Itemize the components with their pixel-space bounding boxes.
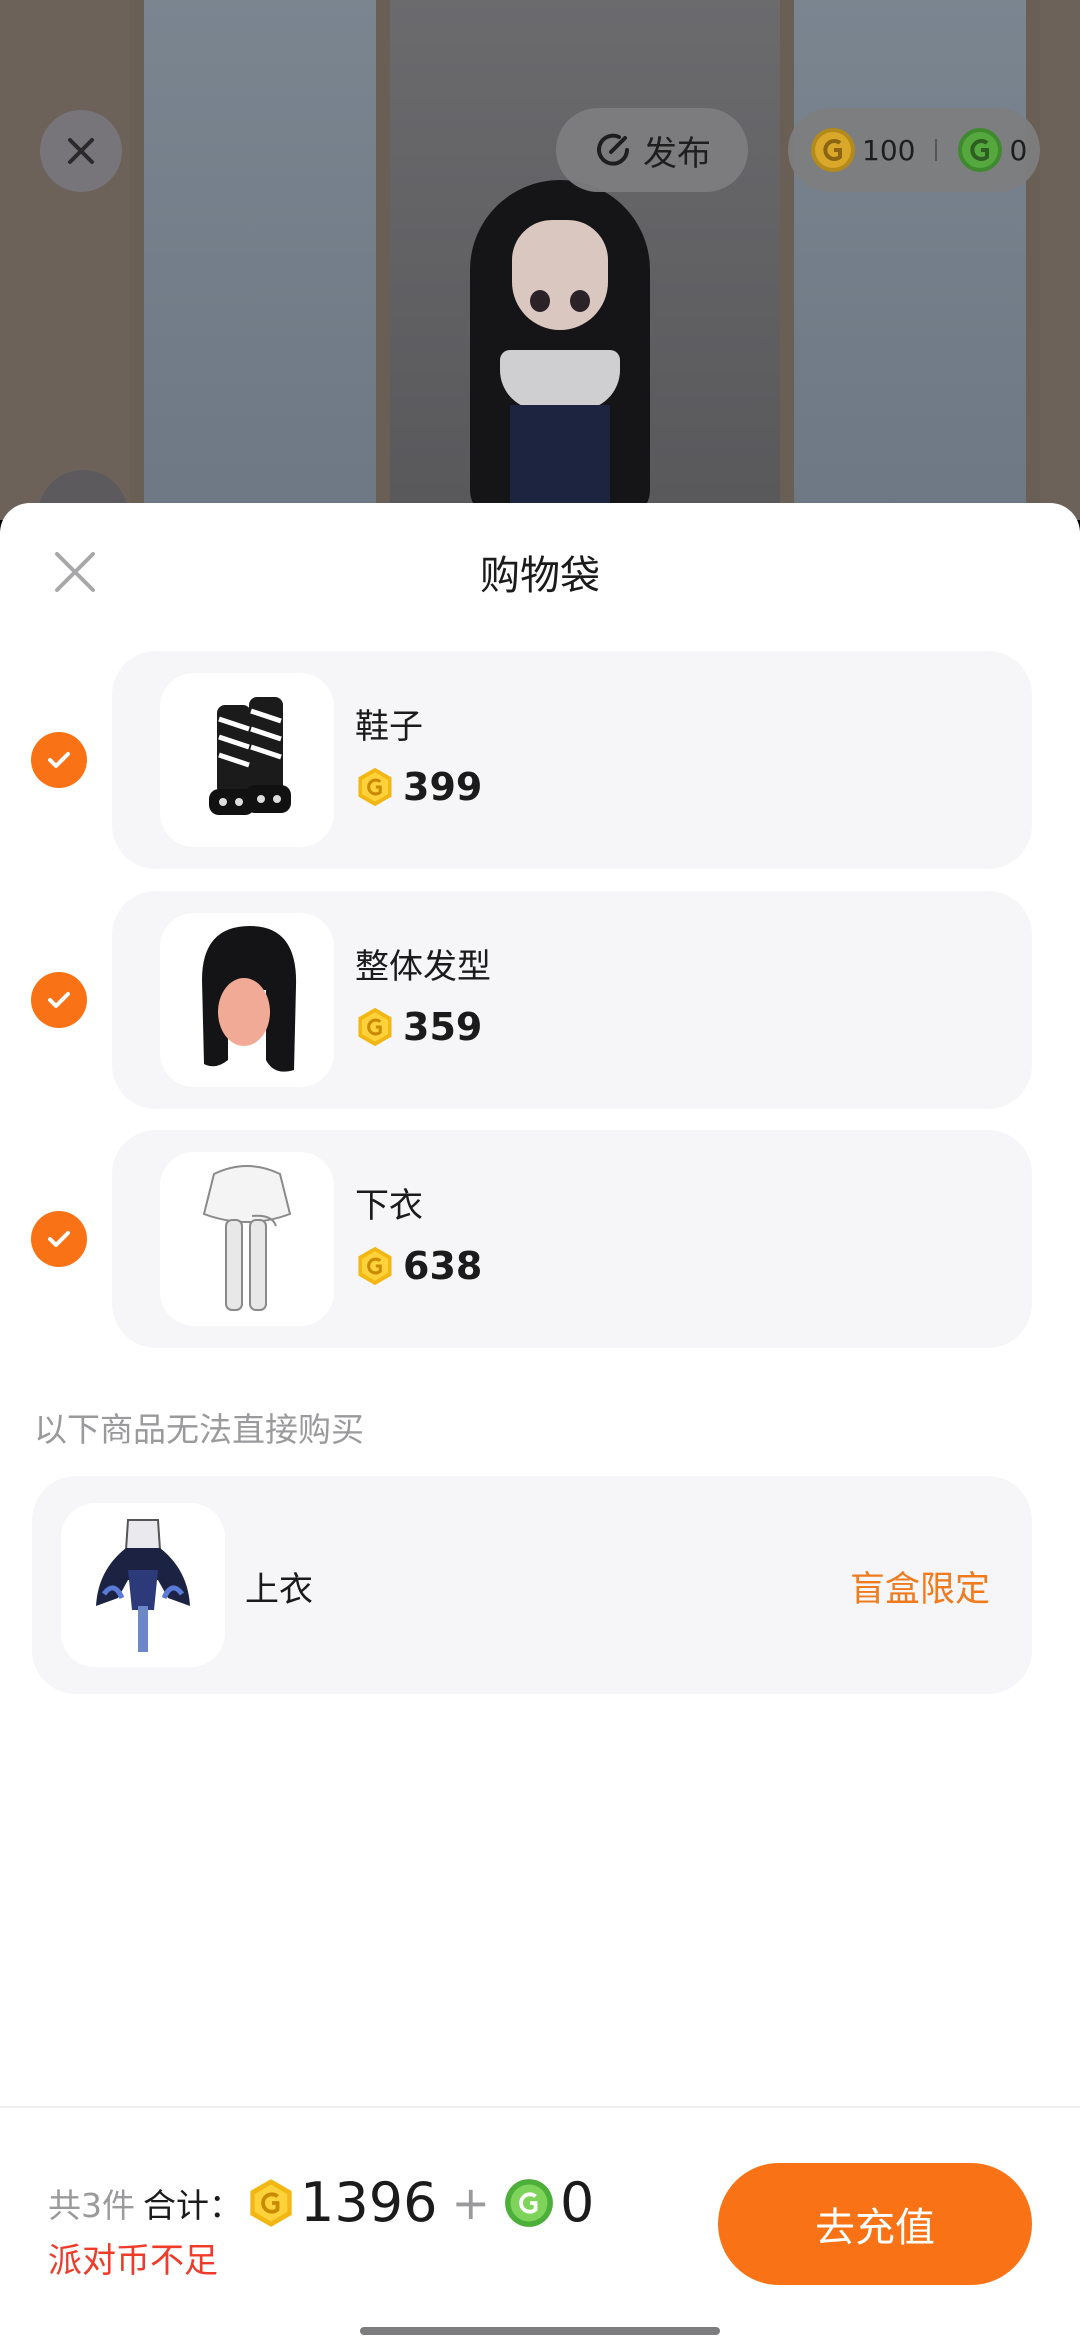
avatar-scene [0, 0, 1080, 520]
gold-coin-icon [358, 1007, 392, 1047]
item-checkbox[interactable] [31, 732, 87, 788]
gold-coin-icon [250, 2178, 292, 2227]
gold-coin-total: 1396 [300, 2171, 438, 2234]
bottom-thumbnail [160, 1152, 334, 1326]
close-icon [68, 138, 94, 164]
blind-box-only-tag: 盲盒限定 [849, 1570, 990, 1610]
avatar-eye-left [530, 290, 550, 312]
insufficient-coins-warning: 派对币不足 [48, 2241, 218, 2281]
avatar-character [470, 180, 650, 520]
avatar-eye-right [570, 290, 590, 312]
unavailable-item-card[interactable]: 上衣 盲盒限定 [32, 1476, 1032, 1694]
total-label: 合计： [143, 2185, 242, 2225]
hairstyle-thumbnail [160, 913, 334, 1087]
item-price: 638 [355, 1244, 482, 1288]
item-card[interactable]: 下衣 638 [112, 1130, 1032, 1348]
sheet-title: 购物袋 [480, 553, 600, 599]
currency-balance[interactable]: 100 0 [788, 108, 1040, 192]
item-price: 399 [355, 765, 482, 809]
home-indicator[interactable] [360, 2327, 720, 2335]
item-name: 整体发型 [355, 947, 491, 987]
item-name: 上衣 [245, 1570, 313, 1610]
recharge-button[interactable]: 去充值 [718, 2163, 1032, 2285]
cart-item: 鞋子 399 [0, 651, 1080, 869]
item-checkbox[interactable] [31, 972, 87, 1028]
publish-label: 发布 [643, 133, 711, 174]
gold-coin-balance: 100 [862, 133, 916, 167]
item-card[interactable]: 整体发型 359 [112, 891, 1032, 1109]
publish-icon [597, 133, 629, 166]
scene-wall-right [1040, 0, 1080, 520]
item-name: 下衣 [355, 1186, 423, 1226]
scene-close-button[interactable] [40, 110, 122, 192]
check-icon [48, 992, 70, 1008]
check-icon [48, 752, 70, 768]
check-icon [48, 1231, 70, 1247]
item-checkbox[interactable] [31, 1211, 87, 1267]
balance-divider [935, 139, 938, 161]
item-name: 鞋子 [355, 707, 423, 747]
green-coin-icon [505, 2178, 553, 2227]
publish-button[interactable]: 发布 [556, 108, 748, 192]
cart-item: 下衣 638 [0, 1130, 1080, 1348]
order-summary: 共3件 合计： 1396 + 0 [48, 2171, 594, 2234]
green-coin-icon [958, 128, 1003, 172]
footer-divider [0, 2106, 1080, 2108]
avatar-collar [500, 350, 620, 410]
shopping-bag-sheet: 购物袋 鞋子 399 整体发型 359 下衣 638 以下商品无法直接购买 上衣… [0, 503, 1080, 2340]
scene-window-right [780, 0, 1040, 520]
green-coin-balance: 0 [1009, 133, 1028, 167]
item-count: 共3件 [48, 2185, 135, 2225]
gold-coin-icon [811, 128, 855, 172]
item-price: 359 [355, 1005, 482, 1049]
item-price-value: 359 [403, 1005, 483, 1049]
unavailable-section-label: 以下商品无法直接购买 [34, 1410, 364, 1449]
gold-coin-icon [358, 767, 392, 807]
green-coin-total: 0 [559, 2171, 595, 2234]
item-price-value: 399 [403, 765, 483, 809]
item-card[interactable]: 鞋子 399 [112, 651, 1032, 869]
avatar-face [512, 220, 608, 330]
gold-coin-icon [358, 1246, 392, 1286]
shoes-thumbnail [160, 673, 334, 847]
cart-item: 整体发型 359 [0, 891, 1080, 1109]
scene-window-left [130, 0, 390, 520]
scene-wall-left [0, 0, 130, 520]
top-thumbnail [61, 1503, 225, 1667]
plus-sign: + [451, 2175, 490, 2230]
item-price-value: 638 [403, 1244, 483, 1288]
